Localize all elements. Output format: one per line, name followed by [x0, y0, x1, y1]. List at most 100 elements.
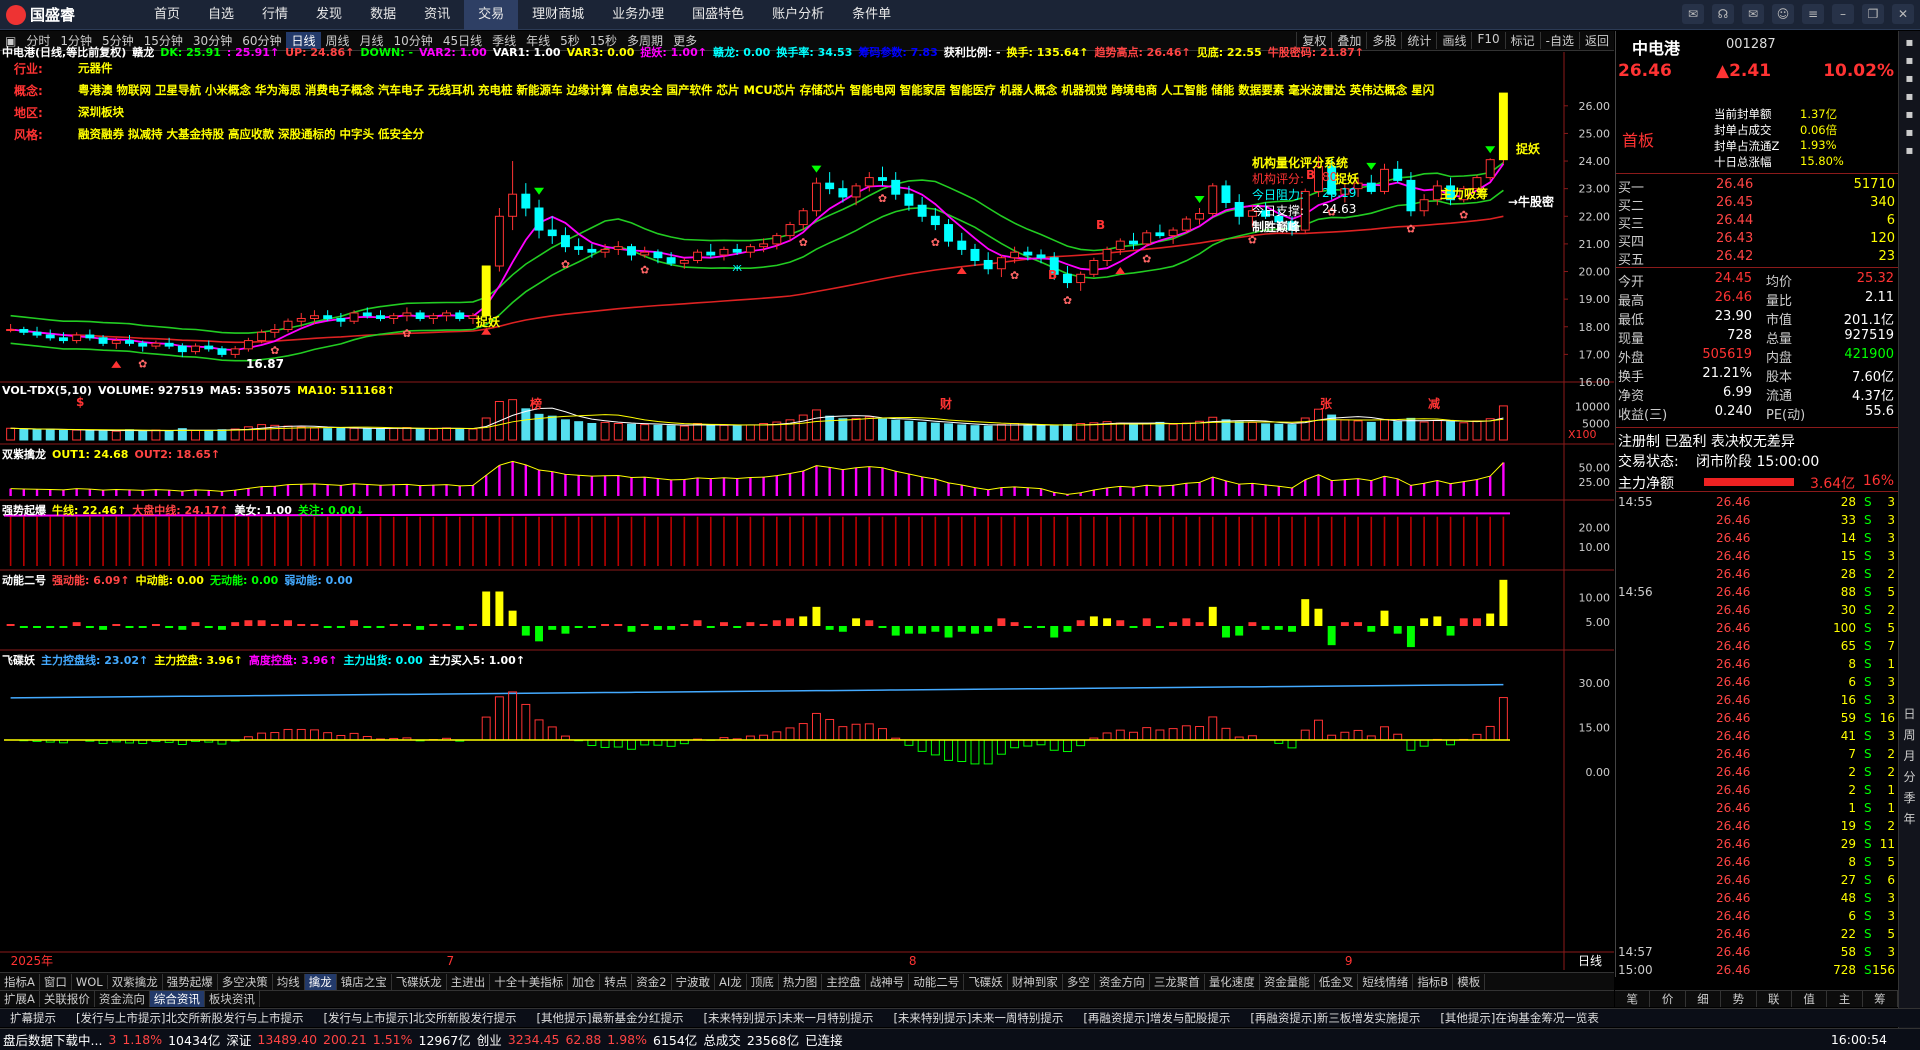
nav-item[interactable]: 自选 [194, 0, 248, 30]
candle[interactable] [1366, 174, 1376, 195]
candle[interactable] [640, 246, 650, 258]
candle[interactable] [32, 326, 42, 338]
indicator-tab[interactable]: 资金2 [632, 973, 672, 990]
extension-tab[interactable]: 资金流向 [95, 991, 150, 1007]
candle[interactable] [6, 324, 16, 333]
candle[interactable] [1129, 232, 1138, 250]
indicator-tab[interactable]: 均线 [273, 973, 305, 990]
indicator-tab[interactable]: 加仓 [568, 973, 601, 990]
nav-item[interactable]: 国盛特色 [678, 0, 758, 30]
indicator-tab[interactable]: AI龙 [715, 973, 747, 990]
candle[interactable] [1181, 216, 1191, 233]
mail-icon[interactable]: ✉ [1742, 4, 1764, 24]
close-icon[interactable]: ✕ [1892, 4, 1914, 24]
indicator-tab[interactable]: 多空 [1063, 973, 1095, 990]
candle[interactable] [983, 252, 993, 275]
candle[interactable] [270, 324, 280, 338]
nav-item[interactable]: 行情 [248, 0, 302, 30]
candle[interactable] [508, 161, 518, 231]
nav-item[interactable]: 账户分析 [758, 0, 838, 30]
candle[interactable] [547, 216, 557, 244]
quote-tab[interactable]: 价 [1650, 991, 1686, 1007]
quote-tab[interactable]: 值 [1792, 991, 1828, 1007]
candle[interactable] [719, 246, 729, 261]
candle[interactable] [693, 249, 703, 264]
candle[interactable] [534, 199, 544, 239]
extension-tab[interactable]: 关联报价 [40, 991, 95, 1007]
candle[interactable] [613, 241, 623, 255]
candle[interactable] [1102, 246, 1112, 266]
indicator-tab[interactable]: 强势起爆 [163, 973, 218, 990]
star-icon[interactable]: ▪ [1899, 107, 1920, 121]
grid-icon[interactable]: ▪ [1899, 71, 1920, 85]
candle[interactable] [878, 166, 887, 186]
candle[interactable] [627, 243, 636, 261]
candle[interactable] [1221, 180, 1231, 208]
candle[interactable] [825, 172, 835, 195]
candle[interactable] [574, 238, 584, 255]
candle[interactable] [45, 329, 55, 341]
indicator-tab[interactable]: 战神号 [866, 973, 910, 990]
candle[interactable] [1062, 266, 1072, 289]
quote-tab[interactable]: 细 [1686, 991, 1722, 1007]
candle[interactable] [521, 183, 531, 217]
candle[interactable] [376, 310, 385, 322]
menu-icon[interactable]: ≡ [1802, 4, 1824, 24]
indicator-tab[interactable]: 模板 [1453, 973, 1486, 990]
indicator-tab[interactable]: 热力图 [779, 973, 823, 990]
candle[interactable] [402, 307, 412, 322]
candle[interactable] [1089, 257, 1099, 278]
candle[interactable] [243, 337, 253, 352]
candle[interactable] [957, 232, 967, 255]
chart-tool-button[interactable]: 统计 [1401, 32, 1436, 49]
indicator-tab[interactable]: 低金叉 [1315, 973, 1359, 990]
indicator-tab[interactable]: 短线情绪 [1358, 973, 1414, 990]
indicator-tab[interactable]: 动能二号 [909, 973, 965, 990]
list-icon[interactable]: ▪ [1899, 53, 1920, 67]
nav-item[interactable]: 理财商城 [518, 0, 598, 30]
maximize-icon[interactable]: ❐ [1862, 4, 1884, 24]
nav-item[interactable]: 数据 [356, 0, 410, 30]
candle[interactable] [944, 219, 954, 247]
candle[interactable] [1380, 163, 1389, 195]
quote-tab[interactable]: 势 [1721, 991, 1757, 1007]
candle[interactable] [230, 346, 240, 358]
quote-tab[interactable]: 主 [1827, 991, 1863, 1007]
chart-tool-button[interactable]: F10 [1471, 32, 1504, 49]
candle[interactable] [455, 310, 465, 322]
candle[interactable] [1155, 224, 1165, 239]
candle[interactable] [745, 243, 755, 258]
candle[interactable] [1419, 194, 1429, 217]
minimize-icon[interactable]: – [1832, 4, 1854, 24]
candle[interactable] [389, 312, 399, 324]
indicator-tab[interactable]: 三龙聚首 [1150, 973, 1205, 990]
nav-item[interactable]: 资讯 [410, 0, 464, 30]
extension-tab[interactable]: 扩展A [0, 991, 40, 1007]
candle[interactable] [917, 196, 927, 222]
indicator-tab[interactable]: 顶底 [747, 973, 779, 990]
indicator-tab[interactable]: 镇店之宝 [337, 973, 392, 990]
candle[interactable] [1168, 227, 1178, 244]
candle[interactable] [560, 227, 570, 253]
nav-item[interactable]: 业务办理 [598, 0, 678, 30]
candle[interactable] [996, 254, 1006, 278]
news-item[interactable]: [其他提示]在询基金筹况一览表 [1430, 1010, 1608, 1026]
candle[interactable] [587, 243, 597, 258]
news-item[interactable]: [再融资提示]增发与配股提示 [1073, 1010, 1240, 1026]
candle[interactable] [930, 208, 940, 231]
candle[interactable] [970, 243, 980, 266]
candle[interactable] [1498, 92, 1508, 164]
candle[interactable] [1142, 230, 1152, 247]
news-item[interactable]: 扩幕提示 [0, 1010, 66, 1026]
period-strip-item[interactable]: 年 [1899, 810, 1920, 827]
indicator-tab[interactable]: WOL [72, 974, 108, 989]
news-item[interactable]: [发行与上市提示]北交所新股发行提示 [313, 1010, 526, 1026]
indicator-tab[interactable]: 指标A [0, 973, 40, 990]
chart-tool-button[interactable]: -自选 [1539, 32, 1579, 49]
candle[interactable] [481, 265, 491, 317]
message-icon[interactable]: ✉ [1682, 4, 1704, 24]
candle[interactable] [494, 208, 504, 272]
nav-item[interactable]: 交易 [464, 0, 519, 30]
chart-tool-button[interactable]: 返回 [1578, 32, 1614, 49]
news-item[interactable]: [未来特别提示]未来一月特别提示 [693, 1010, 883, 1026]
